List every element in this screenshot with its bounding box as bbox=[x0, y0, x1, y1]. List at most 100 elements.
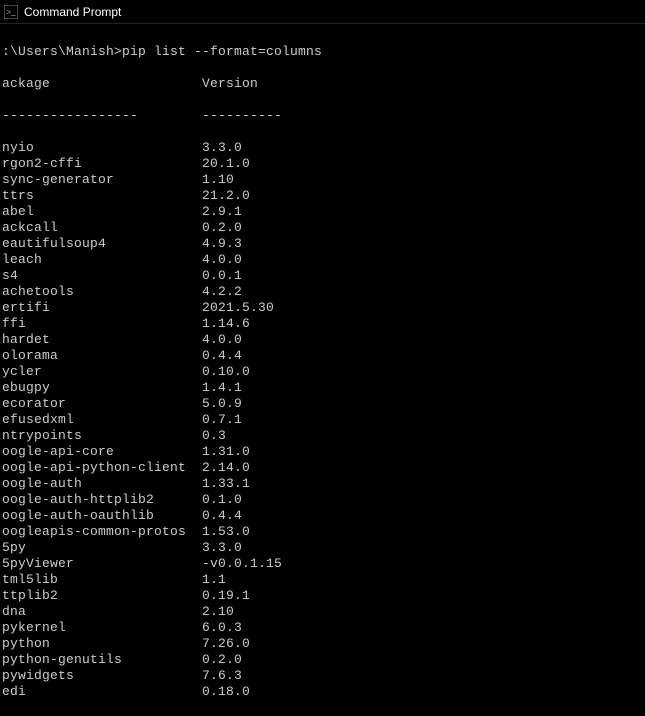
package-version: 2021.5.30 bbox=[202, 300, 274, 315]
column-dividers: ----------------- ---------- bbox=[2, 108, 645, 124]
package-name: ffi bbox=[2, 316, 202, 331]
package-name: nyio bbox=[2, 140, 202, 155]
terminal-output[interactable]: :\Users\Manish>pip list --format=columns… bbox=[0, 24, 645, 716]
package-row: nyio 3.3.0 bbox=[2, 140, 645, 156]
package-name: efusedxml bbox=[2, 412, 202, 427]
package-row: achetools 4.2.2 bbox=[2, 284, 645, 300]
package-row: 5pyViewer -v0.0.1.15 bbox=[2, 556, 645, 572]
package-row: oogle-auth-httplib2 0.1.0 bbox=[2, 492, 645, 508]
package-name: ttplib2 bbox=[2, 588, 202, 603]
package-version: 2.14.0 bbox=[202, 460, 250, 475]
package-name: 5py bbox=[2, 540, 202, 555]
package-row: oogle-auth 1.33.1 bbox=[2, 476, 645, 492]
prompt-line: :\Users\Manish>pip list --format=columns bbox=[2, 44, 645, 60]
package-version: 5.0.9 bbox=[202, 396, 242, 411]
package-name: eautifulsoup4 bbox=[2, 236, 202, 251]
package-version: 0.2.0 bbox=[202, 652, 242, 667]
divider-package: ----------------- bbox=[2, 108, 202, 123]
package-name: oogle-api-core bbox=[2, 444, 202, 459]
package-name: pywidgets bbox=[2, 668, 202, 683]
package-row: dna 2.10 bbox=[2, 604, 645, 620]
package-row: rgon2-cffi 20.1.0 bbox=[2, 156, 645, 172]
package-row: hardet 4.0.0 bbox=[2, 332, 645, 348]
package-version: 6.0.3 bbox=[202, 620, 242, 635]
package-version: 0.4.4 bbox=[202, 348, 242, 363]
package-version: 2.10 bbox=[202, 604, 234, 619]
package-version: 4.9.3 bbox=[202, 236, 242, 251]
package-row: python-genutils 0.2.0 bbox=[2, 652, 645, 668]
package-version: 0.10.0 bbox=[202, 364, 250, 379]
package-version: 1.31.0 bbox=[202, 444, 250, 459]
package-version: 4.0.0 bbox=[202, 332, 242, 347]
divider-version: ---------- bbox=[202, 108, 282, 123]
header-version: Version bbox=[202, 76, 258, 91]
package-name: ebugpy bbox=[2, 380, 202, 395]
package-version: 1.4.1 bbox=[202, 380, 242, 395]
package-row: ffi 1.14.6 bbox=[2, 316, 645, 332]
package-version: 20.1.0 bbox=[202, 156, 250, 171]
package-version: 21.2.0 bbox=[202, 188, 250, 203]
svg-text:>_: >_ bbox=[6, 7, 16, 17]
package-version: 7.26.0 bbox=[202, 636, 250, 651]
package-version: 1.53.0 bbox=[202, 524, 250, 539]
package-row: ycler 0.10.0 bbox=[2, 364, 645, 380]
package-row: efusedxml 0.7.1 bbox=[2, 412, 645, 428]
package-row: eautifulsoup4 4.9.3 bbox=[2, 236, 645, 252]
package-name: python-genutils bbox=[2, 652, 202, 667]
package-row: oogleapis-common-protos 1.53.0 bbox=[2, 524, 645, 540]
package-row: edi 0.18.0 bbox=[2, 684, 645, 700]
package-version: 3.3.0 bbox=[202, 540, 242, 555]
package-row: ertifi 2021.5.30 bbox=[2, 300, 645, 316]
package-version: 4.0.0 bbox=[202, 252, 242, 267]
package-row: oogle-api-core 1.31.0 bbox=[2, 444, 645, 460]
package-row: tml5lib 1.1 bbox=[2, 572, 645, 588]
package-name: 5pyViewer bbox=[2, 556, 202, 571]
package-row: ttrs 21.2.0 bbox=[2, 188, 645, 204]
package-version: 0.1.0 bbox=[202, 492, 242, 507]
package-name: oogle-auth bbox=[2, 476, 202, 491]
package-name: ertifi bbox=[2, 300, 202, 315]
package-name: tml5lib bbox=[2, 572, 202, 587]
package-name: oogle-auth-oauthlib bbox=[2, 508, 202, 523]
package-row: abel 2.9.1 bbox=[2, 204, 645, 220]
package-row: pykernel 6.0.3 bbox=[2, 620, 645, 636]
package-row: oogle-auth-oauthlib 0.4.4 bbox=[2, 508, 645, 524]
package-row: ebugpy 1.4.1 bbox=[2, 380, 645, 396]
column-headers: ackage Version bbox=[2, 76, 645, 92]
package-version: 7.6.3 bbox=[202, 668, 242, 683]
cmd-icon: >_ bbox=[4, 5, 18, 19]
package-row: 5py 3.3.0 bbox=[2, 540, 645, 556]
package-version: 2.9.1 bbox=[202, 204, 242, 219]
package-version: 1.1 bbox=[202, 572, 226, 587]
package-row: s4 0.0.1 bbox=[2, 268, 645, 284]
package-name: hardet bbox=[2, 332, 202, 347]
package-row: python 7.26.0 bbox=[2, 636, 645, 652]
package-version: 0.7.1 bbox=[202, 412, 242, 427]
package-version: 3.3.0 bbox=[202, 140, 242, 155]
package-version: 4.2.2 bbox=[202, 284, 242, 299]
window-title: Command Prompt bbox=[24, 5, 121, 19]
package-name: pykernel bbox=[2, 620, 202, 635]
header-package: ackage bbox=[2, 76, 202, 91]
package-name: s4 bbox=[2, 268, 202, 283]
package-name: rgon2-cffi bbox=[2, 156, 202, 171]
package-row: olorama 0.4.4 bbox=[2, 348, 645, 364]
package-name: dna bbox=[2, 604, 202, 619]
package-list: nyio 3.3.0rgon2-cffi 20.1.0sync-generato… bbox=[2, 140, 645, 700]
package-row: ackcall 0.2.0 bbox=[2, 220, 645, 236]
package-name: oogle-auth-httplib2 bbox=[2, 492, 202, 507]
window-titlebar[interactable]: >_ Command Prompt bbox=[0, 0, 645, 24]
package-version: 0.19.1 bbox=[202, 588, 250, 603]
package-row: sync-generator 1.10 bbox=[2, 172, 645, 188]
package-row: oogle-api-python-client 2.14.0 bbox=[2, 460, 645, 476]
package-name: sync-generator bbox=[2, 172, 202, 187]
package-version: 0.4.4 bbox=[202, 508, 242, 523]
package-version: 0.3 bbox=[202, 428, 226, 443]
package-name: ecorator bbox=[2, 396, 202, 411]
package-name: oogleapis-common-protos bbox=[2, 524, 202, 539]
package-version: 0.0.1 bbox=[202, 268, 242, 283]
package-version: 0.18.0 bbox=[202, 684, 250, 699]
package-version: 1.10 bbox=[202, 172, 234, 187]
package-name: ttrs bbox=[2, 188, 202, 203]
package-name: leach bbox=[2, 252, 202, 267]
